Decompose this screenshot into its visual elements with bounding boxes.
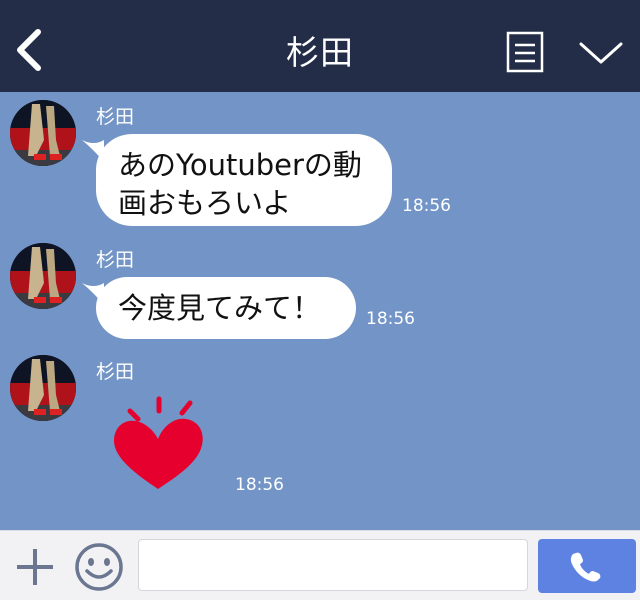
- message-bubble[interactable]: あのYoutuberの動 画おもろいよ: [96, 134, 392, 226]
- avatar-image: [10, 355, 76, 421]
- message-text-line: 今度見てみて！: [118, 291, 322, 325]
- input-bar: [0, 530, 640, 600]
- message-time: 18:56: [366, 309, 415, 329]
- message-text-line: あのYoutuberの動: [118, 148, 362, 182]
- plus-icon[interactable]: [14, 546, 56, 588]
- message-time: 18:56: [235, 475, 284, 495]
- emoji-icon[interactable]: [73, 541, 125, 593]
- message-input[interactable]: [138, 539, 528, 591]
- avatar-image: [10, 100, 76, 166]
- notes-icon[interactable]: [505, 30, 545, 74]
- message-time: 18:56: [402, 196, 451, 216]
- call-button[interactable]: [538, 539, 636, 593]
- heart-sticker-icon[interactable]: [110, 393, 210, 497]
- chat-header: 杉田: [0, 0, 640, 92]
- sender-name: 杉田: [96, 249, 135, 271]
- avatar-image: [10, 243, 76, 309]
- chat-area[interactable]: 杉田 あのYoutuberの動 画おもろいよ 18:56 杉田 今度見てみて！ …: [0, 92, 640, 530]
- avatar[interactable]: [10, 100, 76, 166]
- phone-icon: [570, 552, 601, 582]
- sender-name: 杉田: [96, 106, 135, 128]
- avatar[interactable]: [10, 355, 76, 421]
- message-bubble[interactable]: 今度見てみて！: [96, 277, 356, 339]
- chevron-down-icon[interactable]: [578, 38, 624, 68]
- sender-name: 杉田: [96, 361, 135, 383]
- avatar[interactable]: [10, 243, 76, 309]
- message-text-line: 画おもろいよ: [118, 186, 292, 220]
